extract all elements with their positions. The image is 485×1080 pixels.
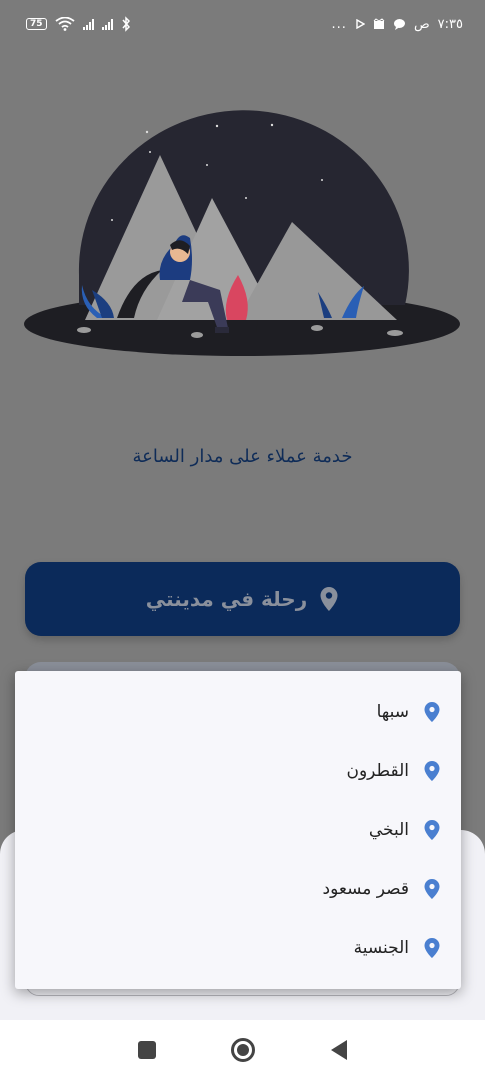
system-nav-bar <box>0 1020 485 1080</box>
location-pin-icon <box>320 587 338 611</box>
dropdown-item-label: البخي <box>368 819 409 840</box>
home-icon <box>237 1044 250 1056</box>
am-pm-label: ص <box>413 16 430 32</box>
signal-icon-2 <box>101 18 113 30</box>
recents-button[interactable] <box>137 1041 156 1059</box>
battery-icon: 75 <box>26 18 47 30</box>
dropdown-item-label: الجنسية <box>353 937 409 958</box>
location-pin-icon <box>424 760 440 781</box>
status-icons-right: ... ص ٧:٣٥ <box>332 17 463 32</box>
wifi-icon <box>54 17 75 31</box>
dropdown-item-qasr-masud[interactable]: قصر مسعود <box>15 859 461 918</box>
location-pin-icon <box>424 701 440 722</box>
status-bar: 75 ... ص ٧:٣٥ <box>0 0 485 48</box>
dropdown-item-jinsiya[interactable]: الجنسية <box>15 918 461 977</box>
dropdown-item-label: قصر مسعود <box>322 878 409 899</box>
chat-icon <box>393 19 405 30</box>
dropdown-item-label: سبها <box>376 701 409 722</box>
my-city-trip-label: رحلة في مدينتي <box>145 587 308 611</box>
dropdown-item-bakhi[interactable]: البخي <box>15 800 461 859</box>
city-dropdown-menu: سبها القطرون البخي قصر مسعود الجنسية <box>15 671 461 989</box>
my-city-trip-button[interactable]: رحلة في مدينتي <box>25 562 460 636</box>
dropdown-item-sabha[interactable]: سبها <box>15 682 461 741</box>
camping-illustration <box>24 110 460 356</box>
clock: ٧:٣٥ <box>437 16 463 32</box>
more-dots: ... <box>331 16 347 32</box>
dropdown-item-qatrun[interactable]: القطرون <box>15 741 461 800</box>
home-button[interactable] <box>231 1038 256 1062</box>
dropdown-item-label: القطرون <box>346 760 409 781</box>
location-pin-icon <box>424 878 440 899</box>
signal-icon <box>82 18 94 30</box>
tagline-text: خدمة عملاء على مدار الساعة <box>132 446 353 467</box>
back-button[interactable] <box>331 1040 348 1060</box>
location-pin-icon <box>424 819 440 840</box>
play-icon <box>356 19 365 29</box>
status-icons-left: 75 <box>26 16 131 32</box>
location-pin-icon <box>424 937 440 958</box>
notification-icon <box>373 18 385 29</box>
bluetooth-icon <box>121 16 130 32</box>
